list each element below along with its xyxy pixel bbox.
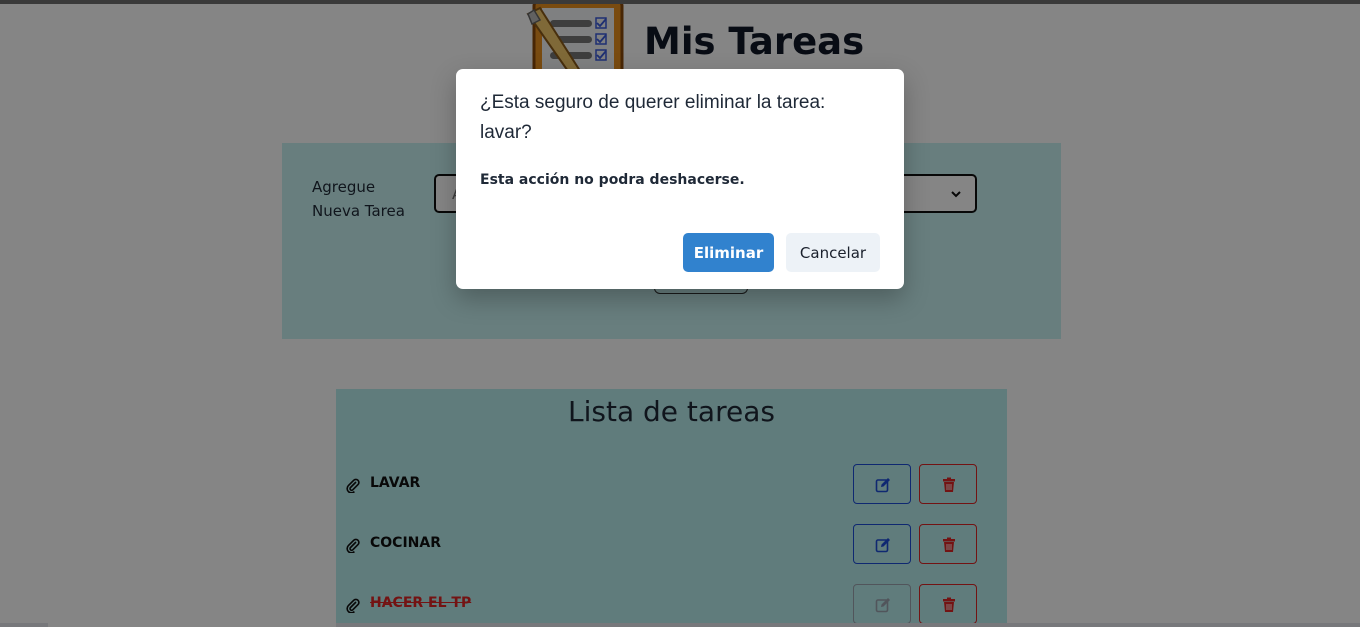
confirm-delete-dialog: ¿Esta seguro de querer eliminar la tarea…: [456, 69, 904, 289]
confirm-delete-button[interactable]: Eliminar: [683, 233, 774, 272]
cancel-button[interactable]: Cancelar: [786, 233, 880, 272]
browser-top-bar: [0, 0, 1360, 4]
dialog-title: ¿Esta seguro de querer eliminar la tarea…: [480, 92, 826, 143]
dialog-message: Esta acción no podra deshacerse.: [480, 172, 745, 188]
